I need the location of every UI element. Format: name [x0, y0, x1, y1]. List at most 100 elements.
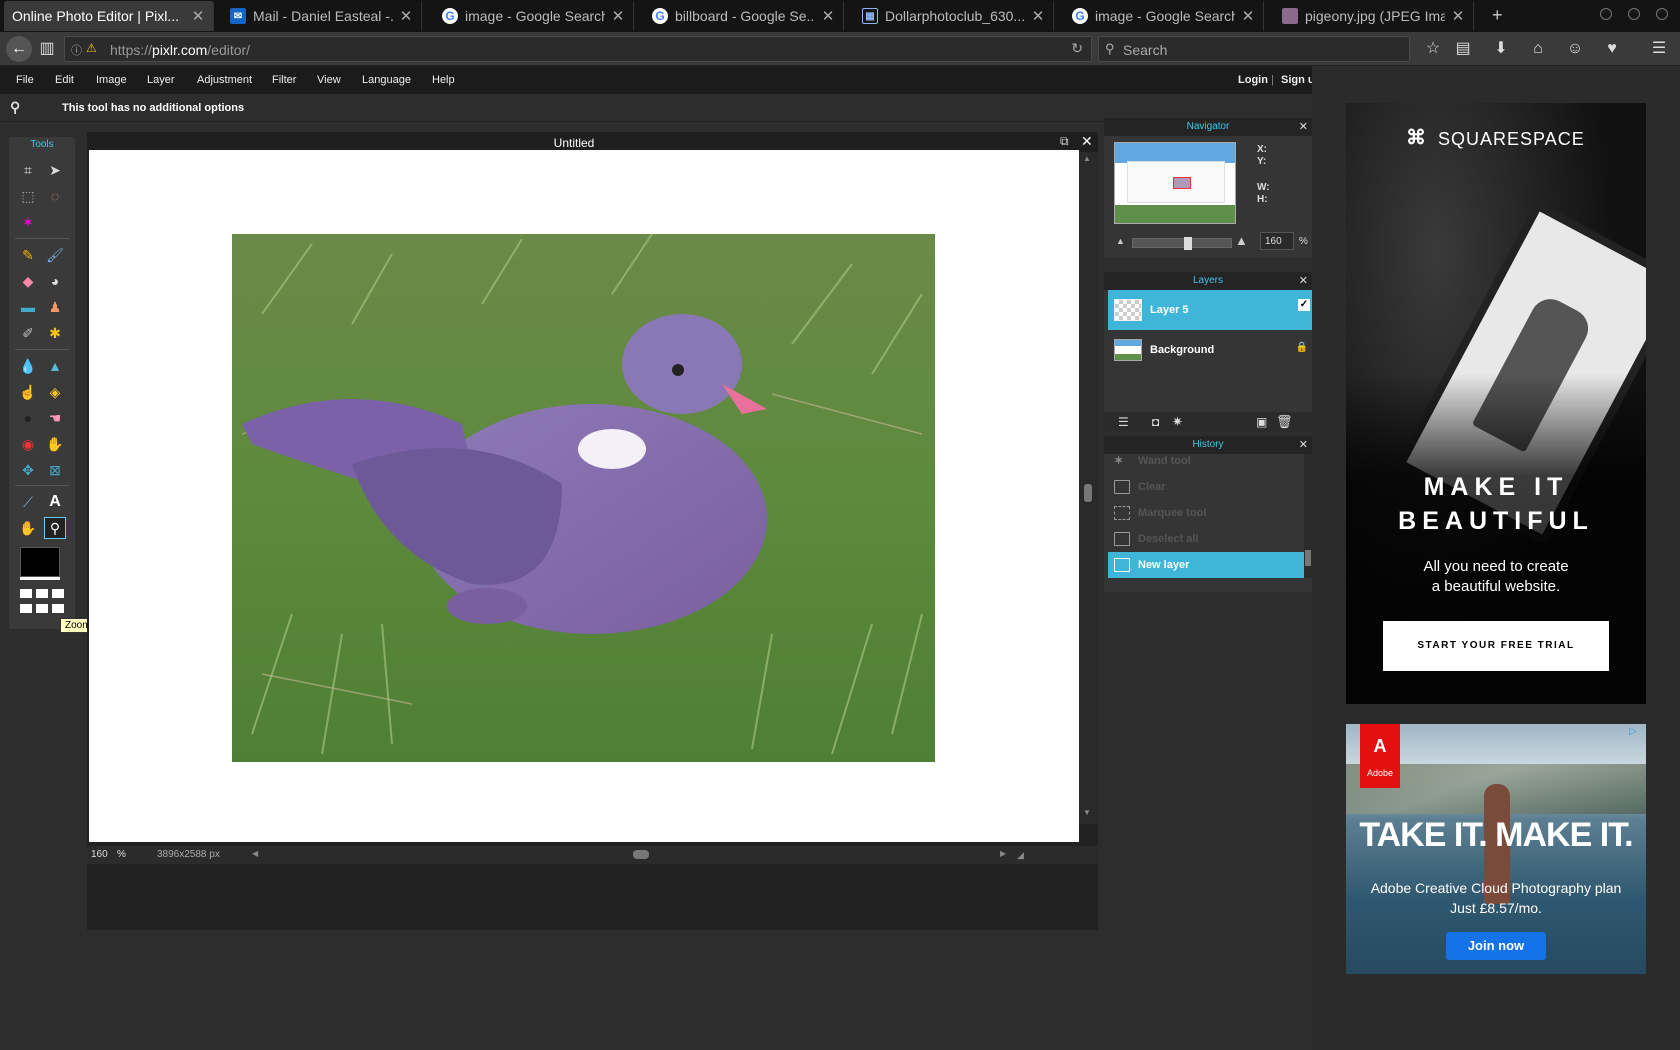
close-tab-icon[interactable]: ✕	[399, 7, 413, 25]
layer-row[interactable]: Layer 5 ✓	[1108, 290, 1312, 330]
reload-icon[interactable]: ↻	[1071, 40, 1083, 57]
warning-lock-icon[interactable]: ⚠	[86, 41, 97, 55]
foreground-color-swatch[interactable]	[20, 547, 60, 577]
search-input[interactable]: ⚲ Search	[1098, 36, 1410, 62]
tab-google-billboard[interactable]: G billboard - Google Se... ✕	[644, 1, 844, 31]
drawing-tool-icon[interactable]: ✋	[44, 433, 66, 455]
tab-mail[interactable]: ✉ Mail - Daniel Easteal -... ✕	[222, 1, 422, 31]
menu-adjustment[interactable]: Adjustment	[197, 74, 252, 86]
home-icon[interactable]: ⌂	[1527, 39, 1549, 59]
download-icon[interactable]: ⬇	[1490, 39, 1512, 59]
resize-grip-icon[interactable]: ◢	[1017, 850, 1024, 861]
close-tab-icon[interactable]: ✕	[821, 7, 835, 25]
history-item[interactable]: Clear	[1108, 474, 1304, 500]
pocket-icon[interactable]: ♥	[1601, 39, 1623, 59]
zoom-slider-track[interactable]	[1132, 237, 1232, 250]
new-layer-icon[interactable]: ▣	[1256, 415, 1267, 429]
bucket-tool-icon[interactable]: ◕	[44, 270, 66, 292]
start-free-trial-button[interactable]: START YOUR FREE TRIAL	[1383, 621, 1609, 671]
menu-view[interactable]: View	[317, 74, 341, 86]
login-link[interactable]: Login	[1238, 74, 1268, 86]
clone-stamp-tool-icon[interactable]: ♟	[44, 296, 66, 318]
horizontal-scroll-thumb[interactable]	[633, 850, 649, 859]
history-item[interactable]: New layer	[1108, 552, 1304, 578]
scroll-right-icon[interactable]: ▶	[1000, 849, 1006, 858]
history-item[interactable]: Marquee tool	[1108, 500, 1304, 526]
close-tab-icon[interactable]: ✕	[611, 7, 625, 25]
zoom-slider-thumb[interactable]	[1183, 237, 1192, 250]
history-scroll-thumb[interactable]	[1305, 550, 1311, 566]
pinch-tool-icon[interactable]: ⊠	[44, 459, 66, 481]
navigator-thumbnail[interactable]	[1114, 142, 1236, 224]
layer-styles-icon[interactable]: ✷	[1172, 414, 1183, 430]
tab-google-image-2[interactable]: G image - Google Search ✕	[1064, 1, 1264, 31]
text-tool-icon[interactable]: A	[44, 491, 66, 513]
new-tab-button[interactable]: +	[1492, 5, 1503, 26]
close-tab-icon[interactable]: ✕	[1451, 7, 1465, 25]
bloat-tool-icon[interactable]: ✥	[17, 459, 39, 481]
adchoices-icon[interactable]: ▷	[1629, 726, 1637, 737]
close-tab-icon[interactable]: ✕	[191, 7, 205, 25]
smudge-tool-icon[interactable]: ☝	[17, 381, 39, 403]
menu-filter[interactable]: Filter	[272, 74, 296, 86]
menu-layer[interactable]: Layer	[147, 74, 175, 86]
close-panel-icon[interactable]: ✕	[1299, 118, 1308, 136]
tab-pixlr[interactable]: Online Photo Editor | Pixl... ✕	[4, 1, 214, 31]
brush-tool-icon[interactable]: 🖌	[44, 244, 66, 266]
history-item[interactable]: ✶ Wand tool	[1108, 448, 1304, 474]
layer-mask-icon[interactable]: ◘	[1152, 415, 1159, 429]
layer-visibility-checkbox[interactable]: ✓	[1298, 299, 1310, 311]
menu-file[interactable]: File	[16, 74, 34, 86]
navigator-view-box[interactable]	[1173, 177, 1191, 189]
lasso-tool-icon[interactable]: ◌	[44, 185, 66, 207]
delete-layer-icon[interactable]: 🗑	[1276, 414, 1293, 430]
vertical-scroll-thumb[interactable]	[1084, 484, 1092, 502]
zoom-in-mountain-icon[interactable]: ▲	[1235, 233, 1248, 248]
zoom-out-mountain-icon[interactable]: ▲	[1116, 236, 1125, 246]
sponge-tool-icon[interactable]: ◈	[44, 381, 66, 403]
library-icon[interactable]: ▥	[36, 39, 58, 59]
layer-settings-icon[interactable]: ☰	[1118, 415, 1129, 429]
menu-language[interactable]: Language	[362, 74, 411, 86]
close-tab-icon[interactable]: ✕	[1241, 7, 1255, 25]
close-tab-icon[interactable]: ✕	[1031, 7, 1045, 25]
color-picker-tool-icon[interactable]: ✐	[17, 322, 39, 344]
minimize-window-button[interactable]	[1600, 8, 1612, 20]
marquee-tool-icon[interactable]: ⬚	[17, 185, 39, 207]
close-panel-icon[interactable]: ✕	[1299, 272, 1308, 290]
history-item[interactable]: Deselect all	[1108, 526, 1304, 552]
close-document-icon[interactable]: ✕	[1081, 133, 1093, 150]
tab-google-image[interactable]: G image - Google Search ✕	[434, 1, 634, 31]
red-eye-tool-icon[interactable]: ◉	[17, 433, 39, 455]
burn-tool-icon[interactable]: ●	[17, 407, 39, 429]
history-scrollbar[interactable]	[1304, 454, 1312, 578]
back-arrow-icon[interactable]: ←	[6, 36, 32, 62]
adobe-ad[interactable]: ▷ A Adobe TAKE IT. MAKE IT. Adobe Creati…	[1346, 724, 1646, 974]
tab-dollarphotoclub[interactable]: ▦ Dollarphotoclub_630... ✕	[854, 1, 1054, 31]
bookmark-star-icon[interactable]: ☆	[1422, 39, 1444, 59]
maximize-window-button[interactable]	[1628, 8, 1640, 20]
magic-wand-tool-icon[interactable]: ✶	[17, 211, 39, 233]
menu-help[interactable]: Help	[432, 74, 455, 86]
screen-mode-grid-icon[interactable]	[20, 589, 66, 615]
hamburger-menu-icon[interactable]: ☰	[1648, 39, 1670, 59]
color-replace-tool-icon[interactable]: ⟋	[17, 491, 39, 513]
smiley-icon[interactable]: ☺	[1564, 39, 1586, 59]
url-bar[interactable]: ⓘ ⚠ https://pixlr.com/editor/ ↻	[64, 36, 1092, 62]
spot-heal-tool-icon[interactable]: ✱	[44, 322, 66, 344]
join-now-button[interactable]: Join now	[1446, 932, 1546, 960]
sharpen-tool-icon[interactable]: ▲	[44, 355, 66, 377]
pencil-tool-icon[interactable]: ✎	[17, 244, 39, 266]
restore-window-icon[interactable]: ⧉	[1060, 134, 1069, 149]
close-window-button[interactable]	[1656, 8, 1668, 20]
layer-lock-icon[interactable]: 🔒	[1296, 342, 1308, 353]
zoom-tool-icon[interactable]: ⚲	[44, 517, 66, 539]
layer-row[interactable]: Background 🔒	[1108, 330, 1312, 370]
menu-image[interactable]: Image	[96, 74, 127, 86]
crop-tool-icon[interactable]: ⌗	[17, 159, 39, 181]
move-tool-icon[interactable]: ➤	[44, 159, 66, 181]
zoom-value[interactable]: 160	[91, 849, 108, 860]
vertical-scrollbar[interactable]: ▲ ▼	[1079, 152, 1098, 824]
tab-pigeony[interactable]: pigeony.jpg (JPEG Ima... ✕	[1274, 1, 1474, 31]
navigator-zoom-input[interactable]: 160	[1260, 232, 1294, 250]
